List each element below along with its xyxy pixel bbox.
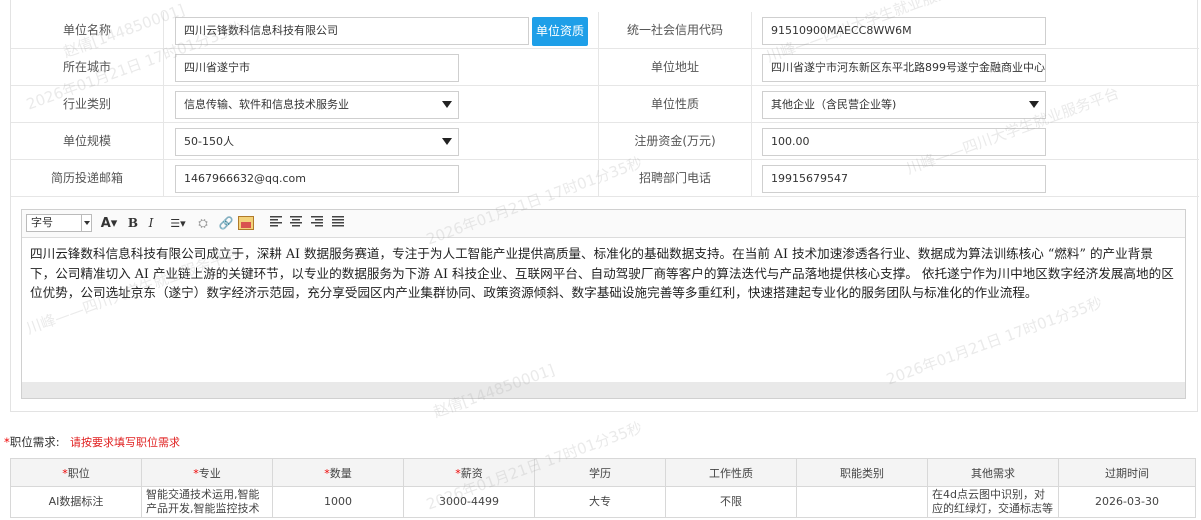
table-header-row: *职位 *专业 *数量 *薪资 学历 工作性质 职能类别 其他需求 过期时间 bbox=[10, 458, 1196, 487]
header-position: *职位 bbox=[10, 458, 142, 487]
font-size-select[interactable]: 字号 bbox=[26, 214, 92, 232]
cell-position[interactable]: AI数据标注 bbox=[10, 486, 142, 518]
header-expire: 过期时间 bbox=[1058, 458, 1196, 487]
chevron-down-icon bbox=[81, 215, 91, 231]
bold-icon[interactable]: B bbox=[126, 215, 140, 232]
industry-select-value: 信息传输、软件和信息技术服务业 bbox=[184, 98, 349, 111]
cell-other[interactable]: 在4d点云图中识别，对应的红绿灯，交通标志等 bbox=[927, 486, 1059, 518]
font-color-icon[interactable]: A▾ bbox=[98, 215, 120, 232]
font-size-label: 字号 bbox=[31, 216, 53, 229]
header-salary: *薪资 bbox=[403, 458, 535, 487]
header-other: 其他需求 bbox=[927, 458, 1059, 487]
chevron-down-icon bbox=[442, 101, 452, 108]
row-city: 所在城市 四川省遂宁市 单位地址 四川省遂宁市河东新区东平北路899号遂宁金融商… bbox=[11, 49, 1199, 86]
editor-toolbar: 字号 A▾ B I ☰▾ ⛭ 🔗 bbox=[22, 210, 1185, 238]
phone-label: 招聘部门电话 bbox=[638, 171, 711, 185]
city-input[interactable]: 四川省遂宁市 bbox=[175, 54, 459, 82]
company-name-label: 单位名称 bbox=[62, 23, 111, 37]
nature-label: 单位性质 bbox=[650, 97, 699, 111]
row-company-name: 单位名称 四川云锋数科信息科技有限公司 单位资质 统一社会信用代码 915109… bbox=[11, 12, 1199, 49]
cell-major[interactable]: 智能交通技术运用,智能产品开发,智能监控技术应用 bbox=[141, 486, 273, 518]
capital-label: 注册资金(万元) bbox=[634, 134, 716, 148]
clear-format-icon[interactable]: ⛭ bbox=[195, 215, 211, 232]
phone-input[interactable]: 19915679547 bbox=[762, 165, 1046, 193]
header-major: *专业 bbox=[141, 458, 273, 487]
header-education: 学历 bbox=[534, 458, 666, 487]
row-industry: 行业类别 信息传输、软件和信息技术服务业 单位性质 其他企业（含民营企业等) bbox=[11, 86, 1199, 123]
scale-select[interactable]: 50-150人 bbox=[175, 128, 459, 156]
chevron-down-icon bbox=[442, 138, 452, 145]
chevron-down-icon bbox=[1029, 101, 1039, 108]
cell-category[interactable] bbox=[796, 486, 928, 518]
align-center-icon[interactable] bbox=[288, 215, 304, 232]
industry-label: 行业类别 bbox=[62, 97, 111, 111]
row-email: 简历投递邮箱 1467966632@qq.com 招聘部门电话 19915679… bbox=[11, 160, 1199, 197]
cell-count[interactable]: 1000 bbox=[272, 486, 404, 518]
header-count: *数量 bbox=[272, 458, 404, 487]
cell-salary[interactable]: 3000-4499 bbox=[403, 486, 535, 518]
link-icon[interactable]: 🔗 bbox=[218, 215, 234, 232]
credit-code-input[interactable]: 91510900MAECC8WW6M bbox=[762, 17, 1046, 45]
horizontal-scrollbar[interactable] bbox=[22, 382, 1185, 398]
italic-icon[interactable]: I bbox=[144, 215, 158, 232]
company-description-editor[interactable]: 字号 A▾ B I ☰▾ ⛭ 🔗 四川云锋数科信息科技有限公司成立于，深耕 AI… bbox=[21, 209, 1186, 399]
header-work-nature: 工作性质 bbox=[665, 458, 797, 487]
email-label: 简历投递邮箱 bbox=[50, 171, 123, 185]
table-row[interactable]: AI数据标注 智能交通技术运用,智能产品开发,智能监控技术应用 1000 300… bbox=[10, 486, 1196, 518]
qualification-button[interactable]: 单位资质 bbox=[532, 17, 588, 46]
email-input[interactable]: 1467966632@qq.com bbox=[175, 165, 459, 193]
company-info-form: 单位名称 四川云锋数科信息科技有限公司 单位资质 统一社会信用代码 915109… bbox=[10, 0, 1199, 412]
align-right-icon[interactable] bbox=[309, 215, 325, 232]
cell-work-nature[interactable]: 不限 bbox=[665, 486, 797, 518]
line-height-icon[interactable]: ☰▾ bbox=[166, 215, 190, 232]
scale-label: 单位规模 bbox=[62, 134, 111, 148]
cell-expire[interactable]: 2026-03-30 bbox=[1058, 486, 1196, 518]
address-input[interactable]: 四川省遂宁市河东新区东平北路899号遂宁金融商业中心 bbox=[762, 54, 1046, 82]
image-icon[interactable] bbox=[238, 216, 254, 230]
editor-content[interactable]: 四川云锋数科信息科技有限公司成立于，深耕 AI 数据服务赛道，专注于为人工智能产… bbox=[30, 244, 1175, 303]
job-requirements-tip: 请按要求填写职位需求 bbox=[70, 436, 180, 449]
align-left-icon[interactable] bbox=[268, 215, 284, 232]
credit-code-label: 统一社会信用代码 bbox=[626, 23, 723, 37]
nature-select-value: 其他企业（含民营企业等) bbox=[771, 98, 897, 111]
industry-select[interactable]: 信息传输、软件和信息技术服务业 bbox=[175, 91, 459, 119]
company-name-input[interactable]: 四川云锋数科信息科技有限公司 bbox=[175, 17, 529, 45]
align-justify-icon[interactable] bbox=[330, 215, 346, 232]
address-label: 单位地址 bbox=[650, 60, 699, 74]
header-category: 职能类别 bbox=[796, 458, 928, 487]
scale-select-value: 50-150人 bbox=[184, 135, 234, 148]
job-requirements-table: *职位 *专业 *数量 *薪资 学历 工作性质 职能类别 其他需求 过期时间 A… bbox=[10, 458, 1196, 518]
row-scale: 单位规模 50-150人 注册资金(万元) 100.00 bbox=[11, 123, 1199, 160]
capital-input[interactable]: 100.00 bbox=[762, 128, 1046, 156]
cell-education[interactable]: 大专 bbox=[534, 486, 666, 518]
nature-select[interactable]: 其他企业（含民营企业等) bbox=[762, 91, 1046, 119]
city-label: 所在城市 bbox=[62, 60, 111, 74]
job-requirements-label: *职位需求: bbox=[4, 435, 60, 449]
